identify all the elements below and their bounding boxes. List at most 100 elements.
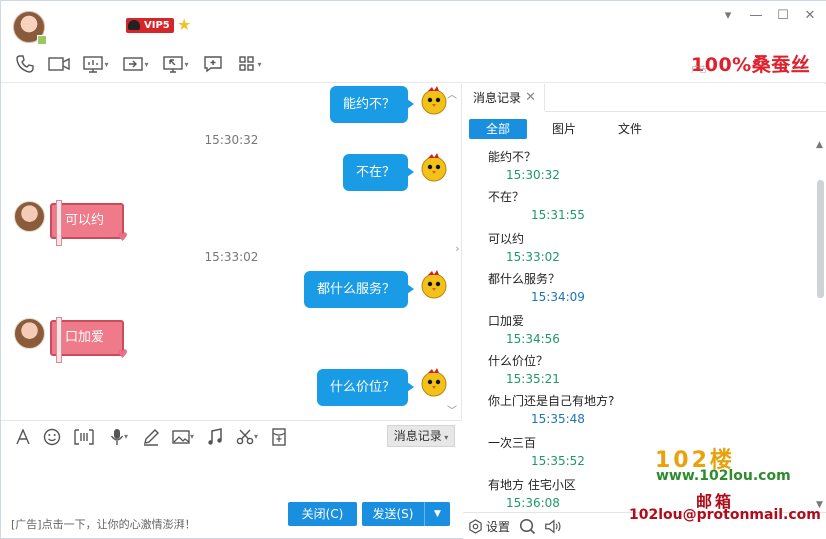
remote-desktop-button[interactable]: ▾: [159, 52, 193, 76]
close-button[interactable]: 关闭(C): [288, 502, 357, 526]
message-timestamp: 15:33:02: [204, 250, 259, 264]
history-time: 15:36:08: [506, 496, 560, 510]
tab-message-history[interactable]: 消息记录 ✕: [463, 84, 545, 112]
send-button[interactable]: 发送(S): [362, 502, 424, 526]
chevron-right-icon: ›: [455, 242, 460, 255]
video-call-button[interactable]: [45, 52, 73, 76]
contact-avatar-small[interactable]: [14, 201, 45, 232]
history-message[interactable]: 你上门还是自己有地方?: [488, 392, 614, 409]
qq-chat-window: VIP5 ★ ▾ — ☐ ✕ ▾ ▾ ▾ ▾ 100%桑蚕丝 广告 ︿ 能约不？…: [0, 0, 826, 539]
sender-chick-avatar-icon[interactable]: [420, 85, 448, 115]
history-time: 15:30:32: [506, 168, 560, 182]
tab-label: 消息记录: [473, 91, 522, 105]
history-message[interactable]: 口加爱: [488, 312, 524, 329]
chevron-down-icon: ▾: [144, 59, 149, 69]
send-options-button[interactable]: ▼: [424, 502, 450, 526]
music-note-icon: [208, 427, 222, 445]
font-icon: [16, 428, 30, 444]
chevron-down-icon: ▼: [434, 509, 441, 519]
contact-avatar-small[interactable]: [14, 318, 45, 349]
transfer-icon: [123, 57, 144, 71]
scrollbar-thumb[interactable]: [817, 180, 824, 298]
ad-banner-tag: 广告: [691, 65, 707, 74]
close-window-button[interactable]: ✕: [801, 8, 819, 24]
apps-button[interactable]: ▾: [233, 52, 267, 76]
maximize-button[interactable]: ☐: [774, 8, 792, 24]
ad-text-link[interactable]: [广告]点击一下，让你的心激情澎湃！: [11, 516, 196, 532]
vip-badge[interactable]: VIP5: [126, 18, 174, 33]
history-time: 15:34:09: [531, 290, 585, 304]
chevron-down-icon: ▾: [104, 59, 109, 69]
emoji-button[interactable]: [40, 425, 64, 449]
message-history-button[interactable]: 消息记录 ▾: [387, 425, 455, 447]
scroll-down-icon[interactable]: ﹀: [447, 402, 457, 417]
message-bubble-outgoing[interactable]: 不在？: [342, 154, 415, 191]
history-message[interactable]: 能约不？: [488, 148, 536, 165]
chevron-down-icon: ▾: [441, 433, 449, 442]
sender-chick-avatar-icon[interactable]: [420, 367, 448, 397]
history-message[interactable]: 可以约: [488, 230, 524, 247]
voice-call-button[interactable]: [11, 52, 39, 76]
watermark-email: 102lou@protonmail.com: [629, 507, 821, 523]
red-packet-button[interactable]: [267, 425, 291, 449]
screen-share-button[interactable]: ▾: [79, 52, 113, 76]
font-button[interactable]: [11, 425, 35, 449]
chevron-down-icon: ▾: [123, 432, 128, 441]
watermark-url: www.102lou.com: [656, 468, 791, 484]
frame-icon: [74, 428, 94, 445]
scroll-up-icon[interactable]: ︿: [447, 86, 457, 101]
filter-files[interactable]: 文件: [605, 119, 655, 139]
smiley-icon: [43, 428, 61, 445]
star-icon[interactable]: ★: [177, 16, 191, 34]
voice-message-button[interactable]: ▾: [104, 425, 134, 449]
menu-dropdown-icon[interactable]: ▾: [719, 8, 737, 24]
message-bubble-incoming[interactable]: 口加爱: [50, 317, 128, 363]
search-icon: [519, 518, 535, 534]
remote-assist-button[interactable]: ▾: [119, 52, 153, 76]
red-packet-icon: [272, 427, 286, 446]
history-message[interactable]: 不在？: [488, 188, 524, 205]
chevron-down-icon: ▾: [253, 432, 258, 441]
message-bubble-outgoing[interactable]: 能约不？: [329, 86, 415, 123]
site-watermark: 102楼 www.102lou.com 邮箱 102lou@protonmail…: [628, 442, 823, 527]
remote-desktop-icon: [163, 56, 184, 73]
collapse-panel-toggle[interactable]: ›: [452, 224, 463, 274]
speaker-button[interactable]: [544, 517, 562, 535]
add-to-chat-button[interactable]: [199, 52, 227, 76]
filter-all[interactable]: 全部: [469, 119, 527, 139]
message-bubble-incoming[interactable]: 可以约: [50, 200, 128, 246]
minimize-button[interactable]: —: [747, 8, 765, 24]
gear-icon: [469, 518, 482, 534]
video-camera-icon: [48, 57, 70, 71]
ad-banner[interactable]: 100%桑蚕丝 广告: [688, 44, 826, 79]
chat-header: VIP5 ★ ▾ — ☐ ✕ ▾ ▾ ▾ ▾ 100%桑蚕丝 广告: [1, 1, 826, 83]
history-message[interactable]: 有地方 住宅小区: [488, 476, 576, 493]
message-bubble-outgoing[interactable]: 都什么服务？: [303, 271, 415, 308]
history-time: 15:34:56: [506, 332, 560, 346]
settings-button[interactable]: 设置: [468, 518, 510, 535]
message-history-label: 消息记录: [393, 429, 442, 443]
close-icon[interactable]: ✕: [525, 84, 536, 112]
vip-emoji-button[interactable]: [69, 425, 99, 449]
history-message[interactable]: 都什么服务？: [488, 270, 560, 287]
chevron-down-icon: ▾: [257, 59, 262, 69]
message-input[interactable]: [1, 452, 462, 502]
history-time: 15:31:55: [531, 208, 585, 222]
tab-divider: [545, 111, 826, 112]
sender-chick-avatar-icon[interactable]: [420, 269, 448, 299]
filter-images[interactable]: 图片: [539, 119, 589, 139]
history-message[interactable]: 一次三百: [488, 434, 536, 451]
image-button[interactable]: ▾: [168, 425, 198, 449]
contact-avatar[interactable]: [13, 11, 47, 45]
chat-plus-icon: [204, 56, 222, 73]
ad-banner-text: 100%桑蚕丝: [691, 54, 811, 76]
history-message[interactable]: 什么价位？: [488, 352, 548, 369]
screenshot-button[interactable]: ▾: [232, 425, 262, 449]
music-button[interactable]: [203, 425, 227, 449]
sender-chick-avatar-icon[interactable]: [420, 152, 448, 182]
message-timestamp: 15:30:32: [204, 133, 259, 147]
search-button[interactable]: [518, 517, 536, 535]
doodle-button[interactable]: [139, 425, 163, 449]
message-bubble-outgoing[interactable]: 什么价位？: [316, 369, 415, 406]
scroll-up-icon[interactable]: ▲: [816, 140, 823, 150]
